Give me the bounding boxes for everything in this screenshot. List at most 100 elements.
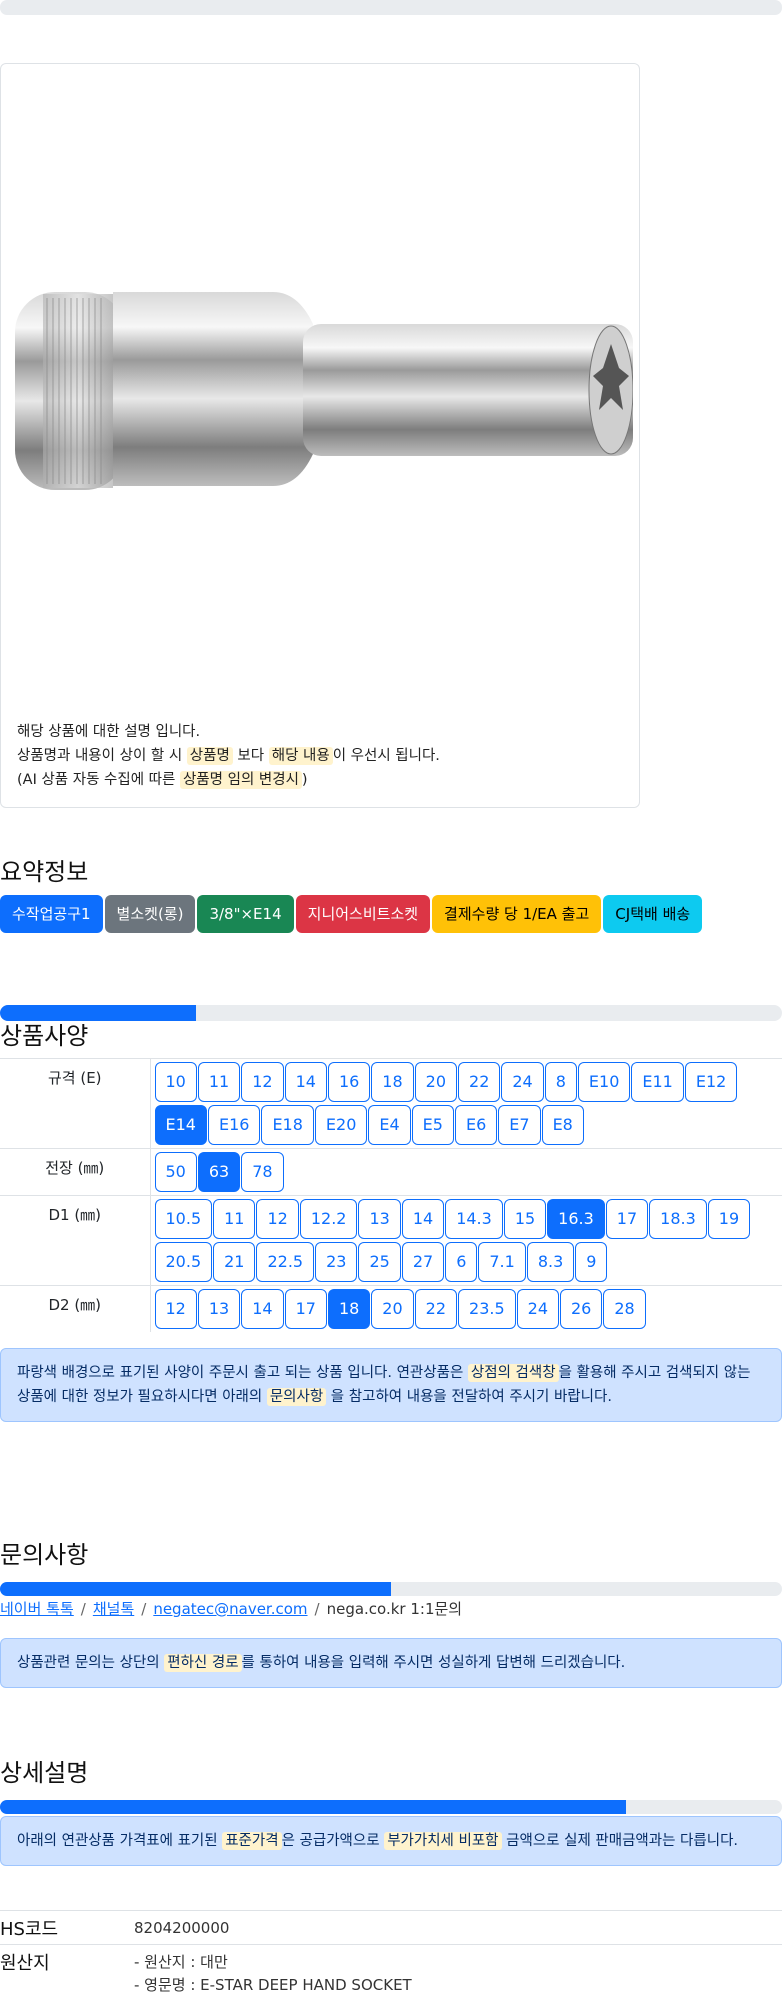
spec-option-button[interactable]: 25	[358, 1242, 401, 1282]
highlight-content: 해당 내용	[268, 747, 333, 765]
price-notice: 아래의 연관상품 가격표에 표기된 표준가격 은 공급가액으로 부가가치세 비포함…	[0, 1816, 782, 1866]
spec-option-button[interactable]: 20	[414, 1062, 458, 1102]
inquiry-links: 네이버 톡톡 / 채널톡 / negatec@naver.com / nega.co.kr …	[0, 1598, 462, 1619]
spec-option-button[interactable]: 63	[197, 1152, 241, 1192]
spec-option-button[interactable]: 10.5	[154, 1199, 213, 1239]
badge-brand: 지니어스비트소켓	[295, 895, 431, 933]
spec-option-button[interactable]: E14	[154, 1105, 207, 1145]
badge-type: 별소켓(롱)	[104, 895, 196, 933]
text: 파랑색 배경으로 표기된 사양이 주문시 출고 되는 상품 입니다. 연관상품은	[17, 1365, 468, 1381]
text: 상품명과 내용이 상이 할 시	[17, 748, 187, 764]
spec-option-button[interactable]: 17	[605, 1199, 649, 1239]
spec-option-button[interactable]: 12	[241, 1062, 284, 1102]
product-image-card: 해당 상품에 대한 설명 입니다. 상품명과 내용이 상이 할 시 상품명 보다…	[0, 63, 640, 808]
spec-option-button[interactable]: 24	[516, 1289, 559, 1329]
product-description: 해당 상품에 대한 설명 입니다. 상품명과 내용이 상이 할 시 상품명 보다…	[17, 720, 440, 792]
spec-option-button[interactable]: 12.2	[299, 1199, 358, 1239]
detail-title: 상세설명	[0, 1759, 89, 1787]
spec-label: D1 (㎜)	[0, 1195, 151, 1286]
badge-size: 3/8"×E14	[197, 895, 294, 933]
spec-option-button[interactable]: 50	[154, 1152, 197, 1192]
spec-option-button[interactable]: 13	[197, 1289, 241, 1329]
spec-option-button[interactable]: 28	[603, 1289, 646, 1329]
naver-talk-link[interactable]: 네이버 톡톡	[0, 1600, 74, 1618]
spec-row: 전장 (㎜) 50 63 78	[0, 1148, 782, 1196]
highlight-search: 상점의 검색창	[467, 1364, 559, 1382]
separator: /	[141, 1600, 147, 1618]
text: 은 공급가액으로	[281, 1833, 385, 1849]
spec-option-button[interactable]: E20	[314, 1105, 368, 1145]
spec-option-button[interactable]: 13	[358, 1199, 401, 1239]
text: 이 우선시 됩니다.	[332, 748, 440, 764]
spec-option-button[interactable]: 18.3	[649, 1199, 707, 1239]
spec-option-button[interactable]: 20	[371, 1289, 414, 1329]
spec-option-button[interactable]: E6	[454, 1105, 498, 1145]
spec-option-button[interactable]: 14.3	[445, 1199, 503, 1239]
spec-option-button[interactable]: 20.5	[154, 1242, 213, 1282]
spec-option-button[interactable]: 21	[213, 1242, 256, 1282]
spec-option-button[interactable]: 10	[154, 1062, 197, 1102]
highlight-name-change: 상품명 임의 변경시	[179, 771, 302, 789]
spec-option-button[interactable]: E11	[631, 1062, 684, 1102]
channel-talk-link[interactable]: 채널톡	[93, 1600, 134, 1618]
spec-option-button[interactable]: 8	[544, 1062, 577, 1102]
hs-code-row: HS코드 8204200000	[0, 1910, 782, 1944]
spec-option-button[interactable]: 15	[503, 1199, 547, 1239]
spec-option-button[interactable]: 22	[458, 1062, 501, 1102]
spec-option-button[interactable]: 12	[154, 1289, 197, 1329]
spec-option-button[interactable]: 18	[371, 1062, 414, 1102]
spec-option-button[interactable]: 22.5	[256, 1242, 315, 1282]
site-inquiry-text: nega.co.kr 1:1문의	[326, 1600, 463, 1618]
separator: /	[80, 1600, 86, 1618]
spec-option-button[interactable]: 7.1	[478, 1242, 526, 1282]
text: (AI 상품 자동 수집에 따른	[17, 772, 180, 788]
spec-label: 규격 (E)	[0, 1058, 151, 1149]
spec-option-button[interactable]: 12	[256, 1199, 299, 1239]
spec-option-button[interactable]: E7	[498, 1105, 541, 1145]
origin-label: 원산지	[0, 1953, 50, 1974]
spec-option-button[interactable]: 26	[560, 1289, 603, 1329]
spec-option-button[interactable]: 78	[241, 1152, 284, 1192]
text: )	[301, 772, 308, 788]
text: 금액으로 실제 판매금액과는 다릅니다.	[501, 1833, 739, 1849]
spec-option-button[interactable]: 19	[707, 1199, 751, 1239]
spec-option-button[interactable]: 16	[327, 1062, 371, 1102]
spec-option-button[interactable]: 23	[315, 1242, 358, 1282]
spec-option-button[interactable]: 11	[213, 1199, 256, 1239]
spec-option-button[interactable]: 18	[327, 1289, 371, 1329]
spec-option-button[interactable]: E10	[577, 1062, 631, 1102]
spec-row: D2 (㎜) 12 13 14 17 18 20 22 23.5 24 26 28	[0, 1285, 782, 1332]
origin-value: - 원산지 : 대만 - 영문명 : E-STAR DEEP HAND SOCK…	[134, 1951, 412, 1997]
spec-table: 규격 (E) 10 11 12 14 16 18 20 22 24 8 E10 E11 E12 E14 E1…	[0, 1058, 782, 1332]
spec-option-button[interactable]: E8	[541, 1105, 584, 1145]
spec-option-button[interactable]: E5	[411, 1105, 454, 1145]
spec-option-button[interactable]: 16.3	[547, 1199, 605, 1239]
spec-option-button[interactable]: 24	[501, 1062, 544, 1102]
hs-code-value: 8204200000	[134, 1919, 230, 1937]
email-link[interactable]: negatec@naver.com	[153, 1600, 307, 1618]
spec-option-button[interactable]: 11	[197, 1062, 241, 1102]
spec-option-button[interactable]: E18	[261, 1105, 314, 1145]
spec-option-button[interactable]: 22	[414, 1289, 458, 1329]
spec-option-button[interactable]: 8.3	[526, 1242, 575, 1282]
top-progress-bar	[0, 0, 782, 15]
spec-option-button[interactable]: 6	[445, 1242, 478, 1282]
spec-option-button[interactable]: 9	[575, 1242, 608, 1282]
spec-option-button[interactable]: 23.5	[458, 1289, 516, 1329]
spec-option-button[interactable]: E12	[684, 1062, 738, 1102]
spec-option-button[interactable]: 14	[401, 1199, 445, 1239]
spec-option-button[interactable]: E16	[207, 1105, 261, 1145]
spec-option-button[interactable]: 14	[284, 1062, 327, 1102]
spec-options: 12 13 14 17 18 20 22 23.5 24 26 28	[150, 1285, 782, 1332]
summary-badges: 수작업공구1 별소켓(롱) 3/8"×E14 지니어스비트소켓 결제수량 당 1…	[0, 895, 703, 933]
text: 보다	[232, 748, 269, 764]
spec-option-button[interactable]: 14	[241, 1289, 284, 1329]
spec-option-button[interactable]: 17	[284, 1289, 327, 1329]
hs-code-label: HS코드	[0, 1919, 59, 1940]
spec-option-button[interactable]: E4	[368, 1105, 411, 1145]
spec-option-button[interactable]: 27	[401, 1242, 445, 1282]
separator: /	[314, 1600, 320, 1618]
spec-options: 10 11 12 14 16 18 20 22 24 8 E10 E11 E12 E14 E16 E18 E20…	[150, 1058, 782, 1149]
text: 아래의 연관상품 가격표에 표기된	[17, 1833, 223, 1849]
text: 을 참고하여 내용을 전달하여 주시기 바랍니다.	[326, 1389, 612, 1405]
